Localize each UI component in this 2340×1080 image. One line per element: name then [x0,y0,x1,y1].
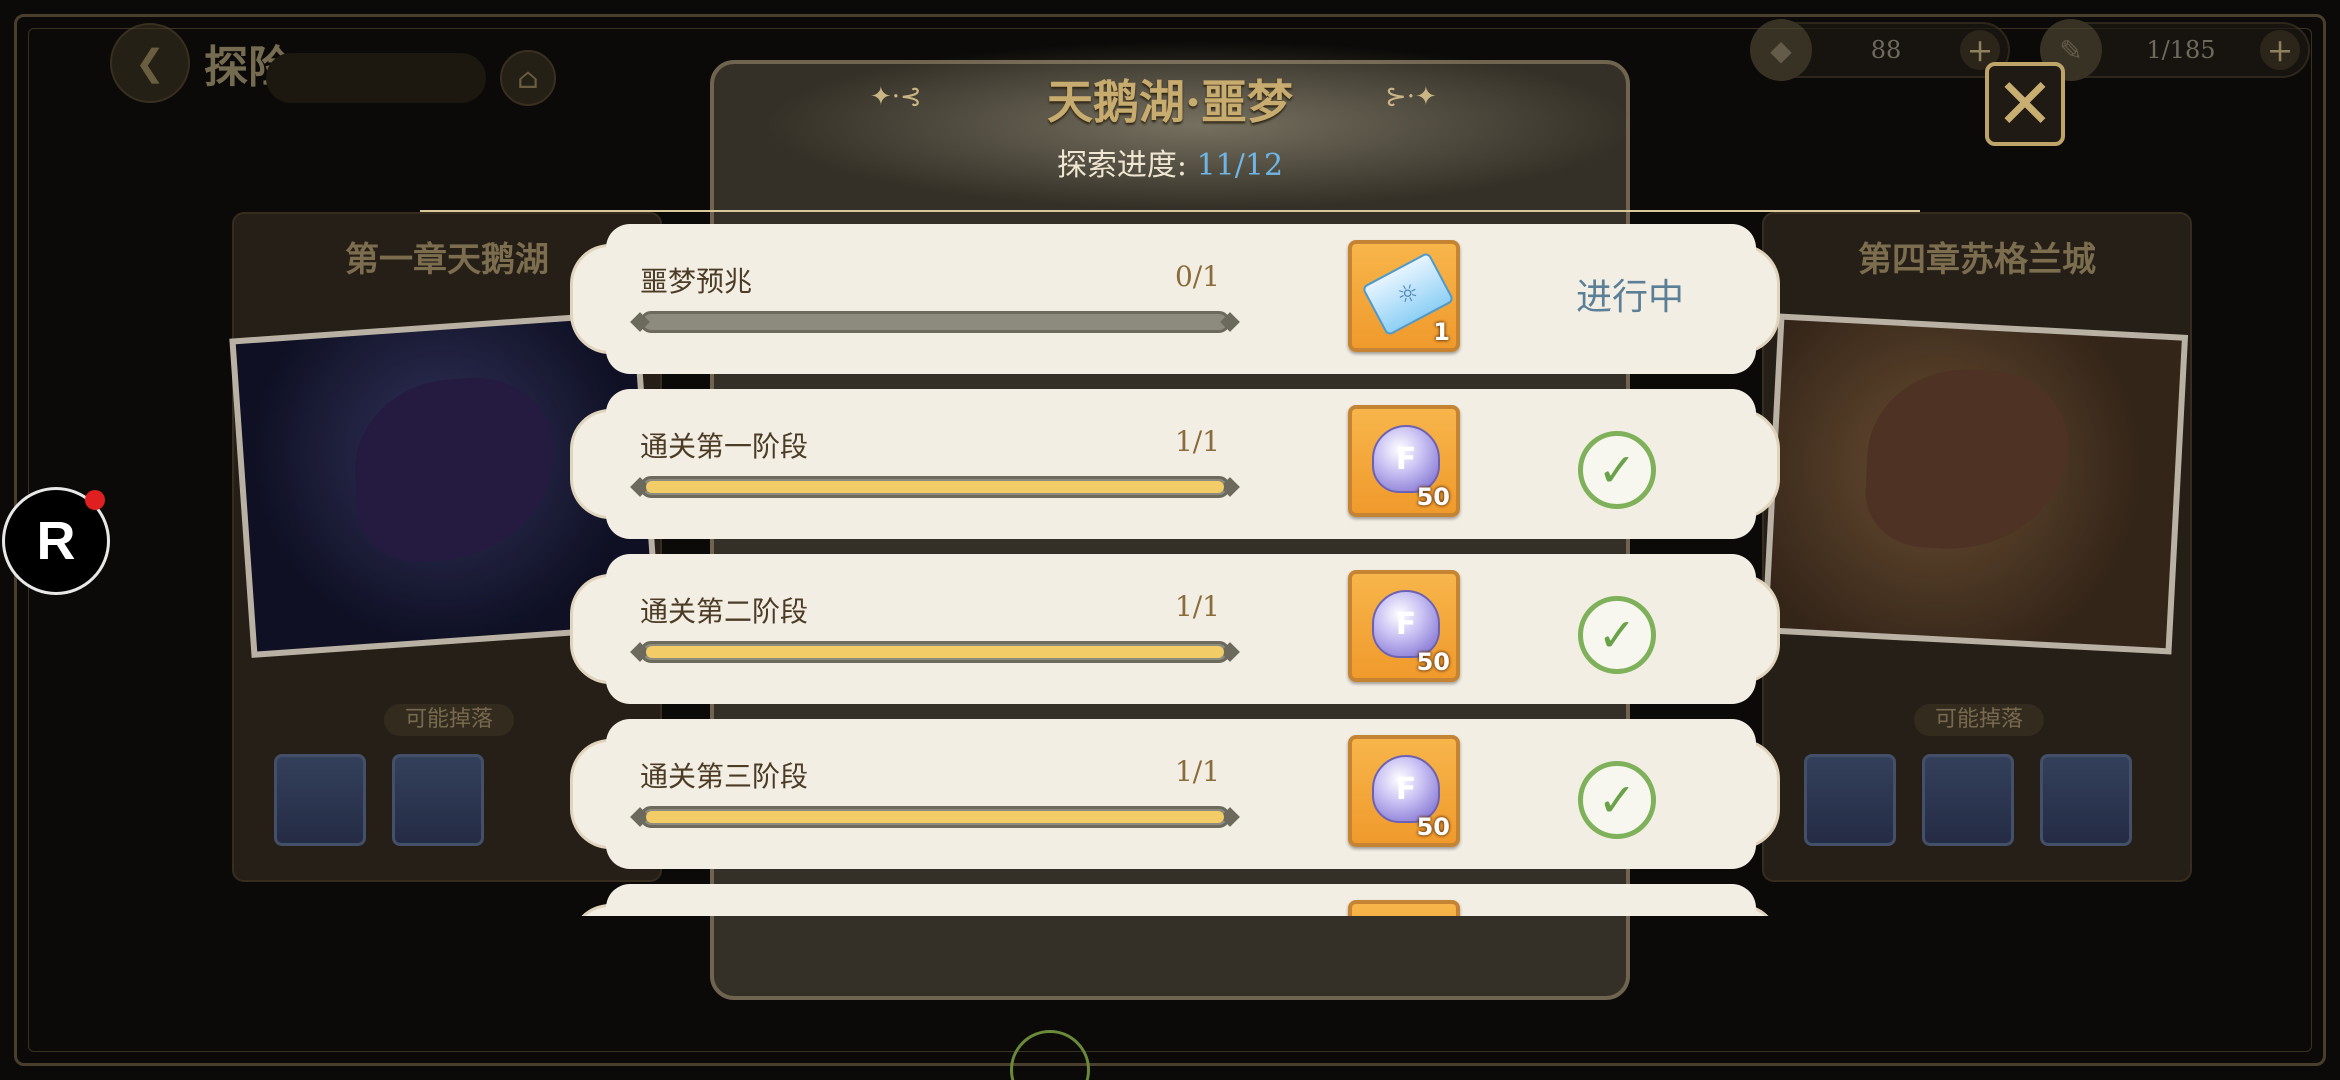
resource-value: 88 [1870,36,1902,64]
drop-cards [274,754,484,846]
drop-character-card[interactable] [1922,754,2014,846]
resource-stamina: ◆ 88 + [1750,19,2010,81]
home-button[interactable]: ⌂ [500,50,556,106]
quest-progress-bar [630,311,1240,333]
drop-cards [1804,754,2132,846]
quest-progress-fill [646,481,1224,493]
notification-dot [85,490,105,510]
top-nav: ❮ 探险 ⌂ [110,20,556,106]
add-ticket-button[interactable]: + [2259,30,2300,70]
r-logo-icon: R [36,511,76,571]
close-icon: ✕ [1995,63,2055,145]
back-arrow-icon: ❮ [134,42,166,84]
resource-value: 1/185 [2146,36,2216,64]
drop-character-card[interactable] [274,754,366,846]
quest-progress-fill [646,811,1224,823]
close-button[interactable]: ✕ [1985,62,2065,146]
reward-qty: 50 [1416,648,1450,676]
raven-illustration [348,372,562,567]
progress-label: 探索进度: [1056,148,1188,183]
chapter-card-4[interactable]: 第四章苏格兰城 可能掉落 [1761,212,2192,882]
drops-label: 可能掉落 [384,704,514,736]
drop-character-card[interactable] [2040,754,2132,846]
drops-label: 可能掉落 [1914,704,2044,736]
reward-qty: 50 [1416,483,1450,511]
modal-title: 天鹅湖·噩梦 [1046,75,1293,129]
drop-character-card[interactable] [392,754,484,846]
stamina-crystal-icon: ◆ [1750,19,1812,81]
chapter-title: 第四章苏格兰城 [1858,240,2096,280]
quest-count: 1/1 [1174,590,1220,623]
progress-value: 11/12 [1196,148,1284,183]
back-button[interactable]: ❮ [110,23,190,103]
quest-row: 通关第二阶段 1/1 F 50 ✓ [570,554,1780,704]
quest-row: 噩梦预兆 0/1 ☼ 1 进行中 [570,224,1780,374]
reward-item[interactable]: F 50 [1348,570,1460,682]
drop-character-card[interactable] [1804,754,1896,846]
reward-item[interactable]: ☼ 1 [1348,240,1460,352]
exploration-progress: 探索进度: 11/12 [870,140,1470,184]
home-icon: ⌂ [517,61,539,95]
quest-progress-bar [630,806,1240,828]
quest-row: 通关第一阶段 1/1 F 50 ✓ [570,389,1780,539]
resource-ticket: ✎ 1/185 + [2040,19,2310,81]
quest-count: 1/1 [1174,755,1220,788]
reward-item[interactable]: F 50 [1348,735,1460,847]
reward-item[interactable] [1348,900,1460,916]
quest-status: 进行中 [1575,277,1684,318]
completed-check-icon: ✓ [1578,596,1656,674]
quest-name: 通关第三阶段 [640,760,809,793]
beast-illustration [1862,364,2072,555]
quest-name: 通关第二阶段 [640,595,809,628]
quest-name: 噩梦预兆 [640,265,753,298]
reward-item[interactable]: F 50 [1348,405,1460,517]
reward-qty: 50 [1416,813,1450,841]
floating-r-button[interactable]: R [2,487,110,595]
chapter-art-beast [1761,313,2189,655]
quest-name: 通关第一阶段 [640,430,809,463]
quest-list[interactable]: 噩梦预兆 0/1 ☼ 1 进行中 通关第一阶段 1/1 F 50 ✓ 通关第二阶… [560,220,1790,916]
nav-pill [266,53,486,103]
quest-count: 1/1 [1174,425,1220,458]
completed-check-icon: ✓ [1578,761,1656,839]
quest-row [570,884,1780,916]
completed-check-icon: ✓ [1578,431,1656,509]
title-divider [420,210,1920,212]
quest-progress-bar [630,641,1240,663]
quest-progress-bar [630,476,1240,498]
quest-progress-fill [646,646,1224,658]
quest-count: 0/1 [1174,260,1220,293]
reward-qty: 1 [1433,318,1450,346]
quest-row: 通关第三阶段 1/1 F 50 ✓ [570,719,1780,869]
